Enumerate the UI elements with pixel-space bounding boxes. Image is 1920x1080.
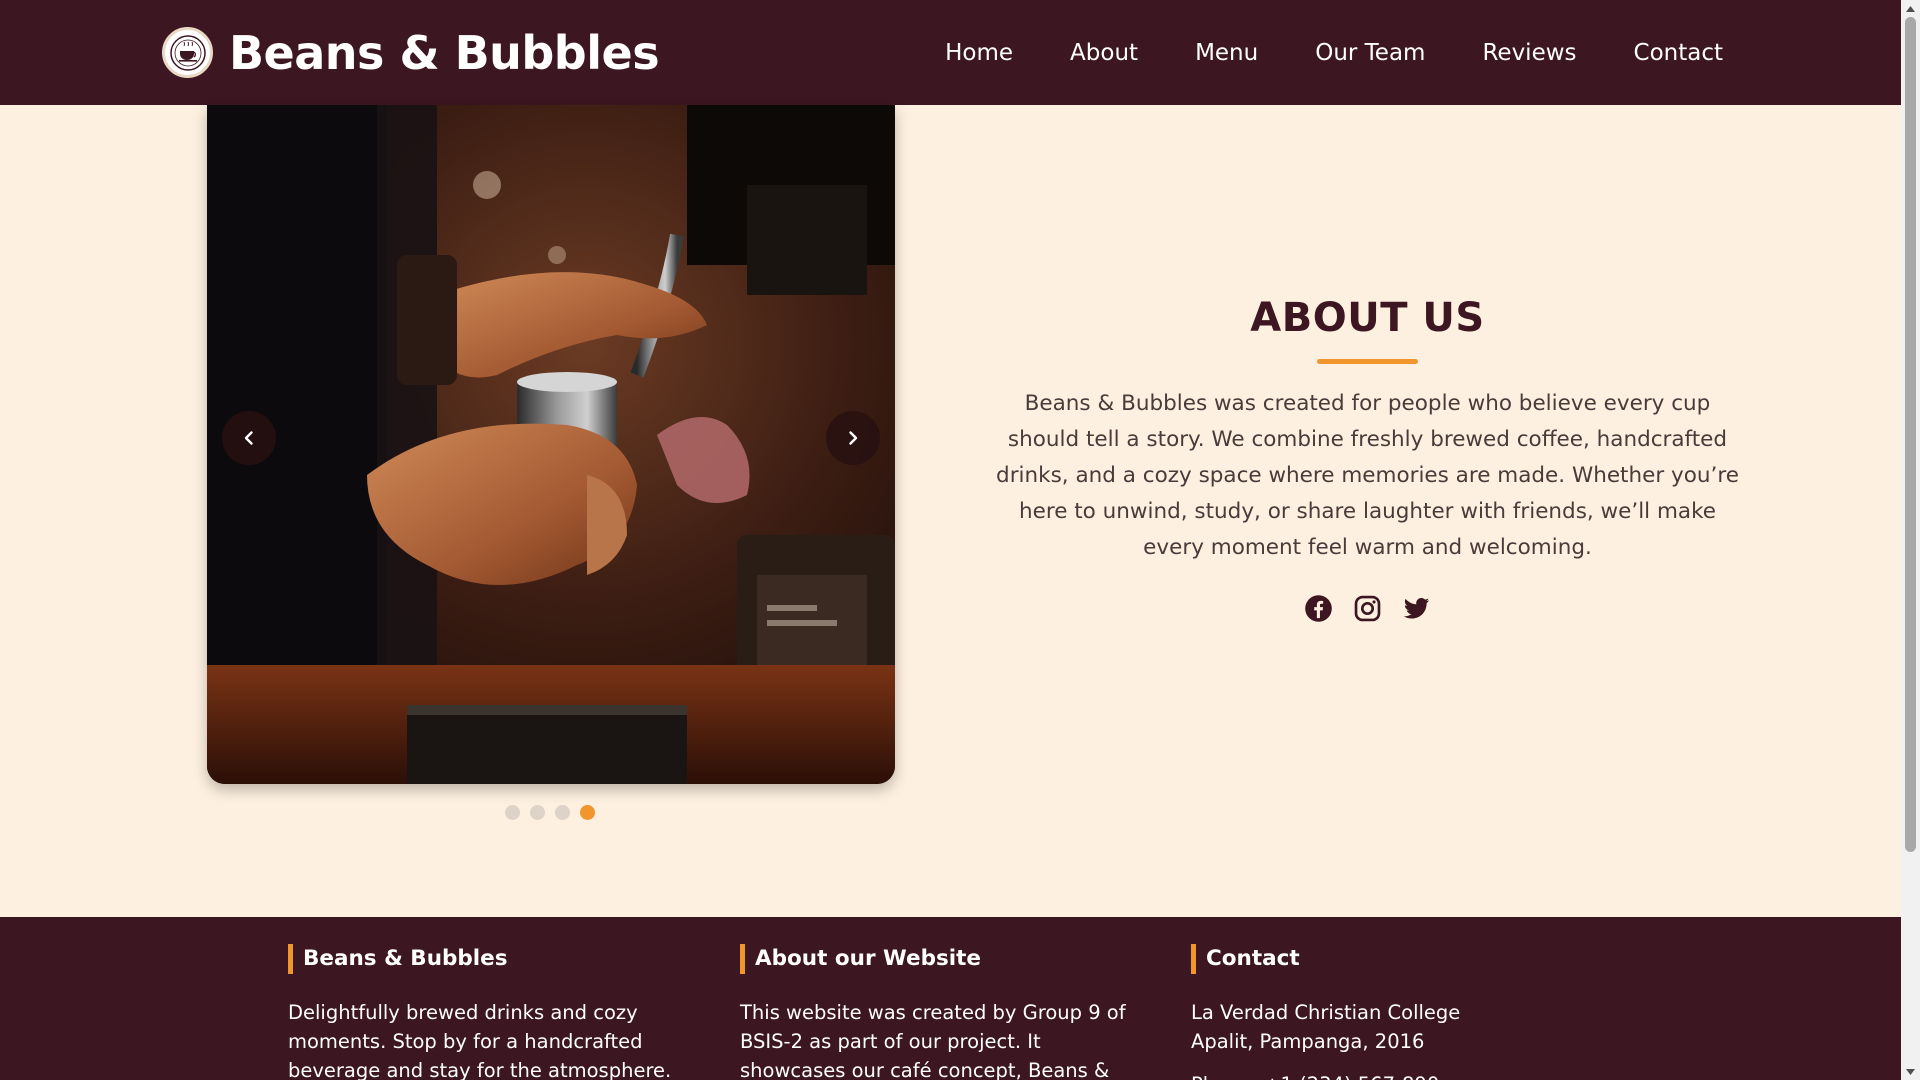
facebook-icon[interactable] xyxy=(1304,594,1333,623)
footer-contact-title: Contact xyxy=(1191,944,1491,974)
site-header: Beans & Bubbles Home About Menu Our Team… xyxy=(0,0,1901,105)
image-carousel xyxy=(207,105,895,784)
carousel-prev-button[interactable] xyxy=(222,411,276,465)
carousel-dot[interactable] xyxy=(530,805,545,820)
social-links xyxy=(990,594,1745,623)
instagram-icon[interactable] xyxy=(1353,594,1382,623)
footer-brand-text: Delightfully brewed drinks and cozy mome… xyxy=(288,1001,672,1080)
nav-our-team[interactable]: Our Team xyxy=(1315,40,1425,66)
twitter-icon[interactable] xyxy=(1402,594,1431,623)
footer-contact-column: Contact La Verdad Christian College Apal… xyxy=(1191,944,1491,1080)
carousel-dot-active[interactable] xyxy=(580,805,595,820)
carousel-dot[interactable] xyxy=(505,805,520,820)
nav-about[interactable]: About xyxy=(1070,40,1138,66)
coffee-cup-emblem-icon[interactable] xyxy=(162,27,213,78)
triangle-down-icon xyxy=(1906,1068,1915,1075)
triangle-up-icon xyxy=(1906,5,1915,12)
scrollbar-thumb[interactable] xyxy=(1905,17,1916,852)
title-underline xyxy=(1317,359,1418,364)
about-section: ABOUT US Beans & Bubbles was created for… xyxy=(0,105,1901,917)
brand-name[interactable]: Beans & Bubbles xyxy=(229,26,660,80)
chevron-left-icon xyxy=(244,431,253,445)
footer-about-title: About our Website xyxy=(740,944,1140,974)
carousel-next-button[interactable] xyxy=(826,411,880,465)
footer-brand-title: Beans & Bubbles xyxy=(288,944,688,974)
nav-contact[interactable]: Contact xyxy=(1634,40,1723,66)
main-nav: Home About Menu Our Team Reviews Contact xyxy=(945,0,1723,105)
footer-address: La Verdad Christian College Apalit, Pamp… xyxy=(1191,1001,1461,1053)
nav-menu[interactable]: Menu xyxy=(1195,40,1258,66)
barista-photo xyxy=(207,105,895,784)
brand[interactable]: Beans & Bubbles xyxy=(162,0,660,105)
footer-brand-column: Beans & Bubbles Delightfully brewed drin… xyxy=(288,944,688,1080)
carousel-dot[interactable] xyxy=(555,805,570,820)
chevron-right-icon xyxy=(849,431,858,445)
footer-phone: Phone: +1 (234) 567-890 xyxy=(1191,1070,1491,1080)
about-title: ABOUT US xyxy=(1250,295,1485,341)
scroll-down-button[interactable] xyxy=(1901,1063,1920,1080)
about-body: Beans & Bubbles was created for people w… xyxy=(996,391,1739,560)
site-footer: Beans & Bubbles Delightfully brewed drin… xyxy=(0,917,1901,1080)
about-content: ABOUT US Beans & Bubbles was created for… xyxy=(990,295,1745,623)
footer-about-text: This website was created by Group 9 of B… xyxy=(740,1001,1126,1080)
footer-about-column: About our Website This website was creat… xyxy=(740,944,1140,1080)
carousel-indicators xyxy=(505,805,595,820)
page-scrollbar[interactable] xyxy=(1901,0,1920,1080)
scroll-up-button[interactable] xyxy=(1901,0,1920,17)
nav-reviews[interactable]: Reviews xyxy=(1482,40,1576,66)
nav-home[interactable]: Home xyxy=(945,40,1013,66)
